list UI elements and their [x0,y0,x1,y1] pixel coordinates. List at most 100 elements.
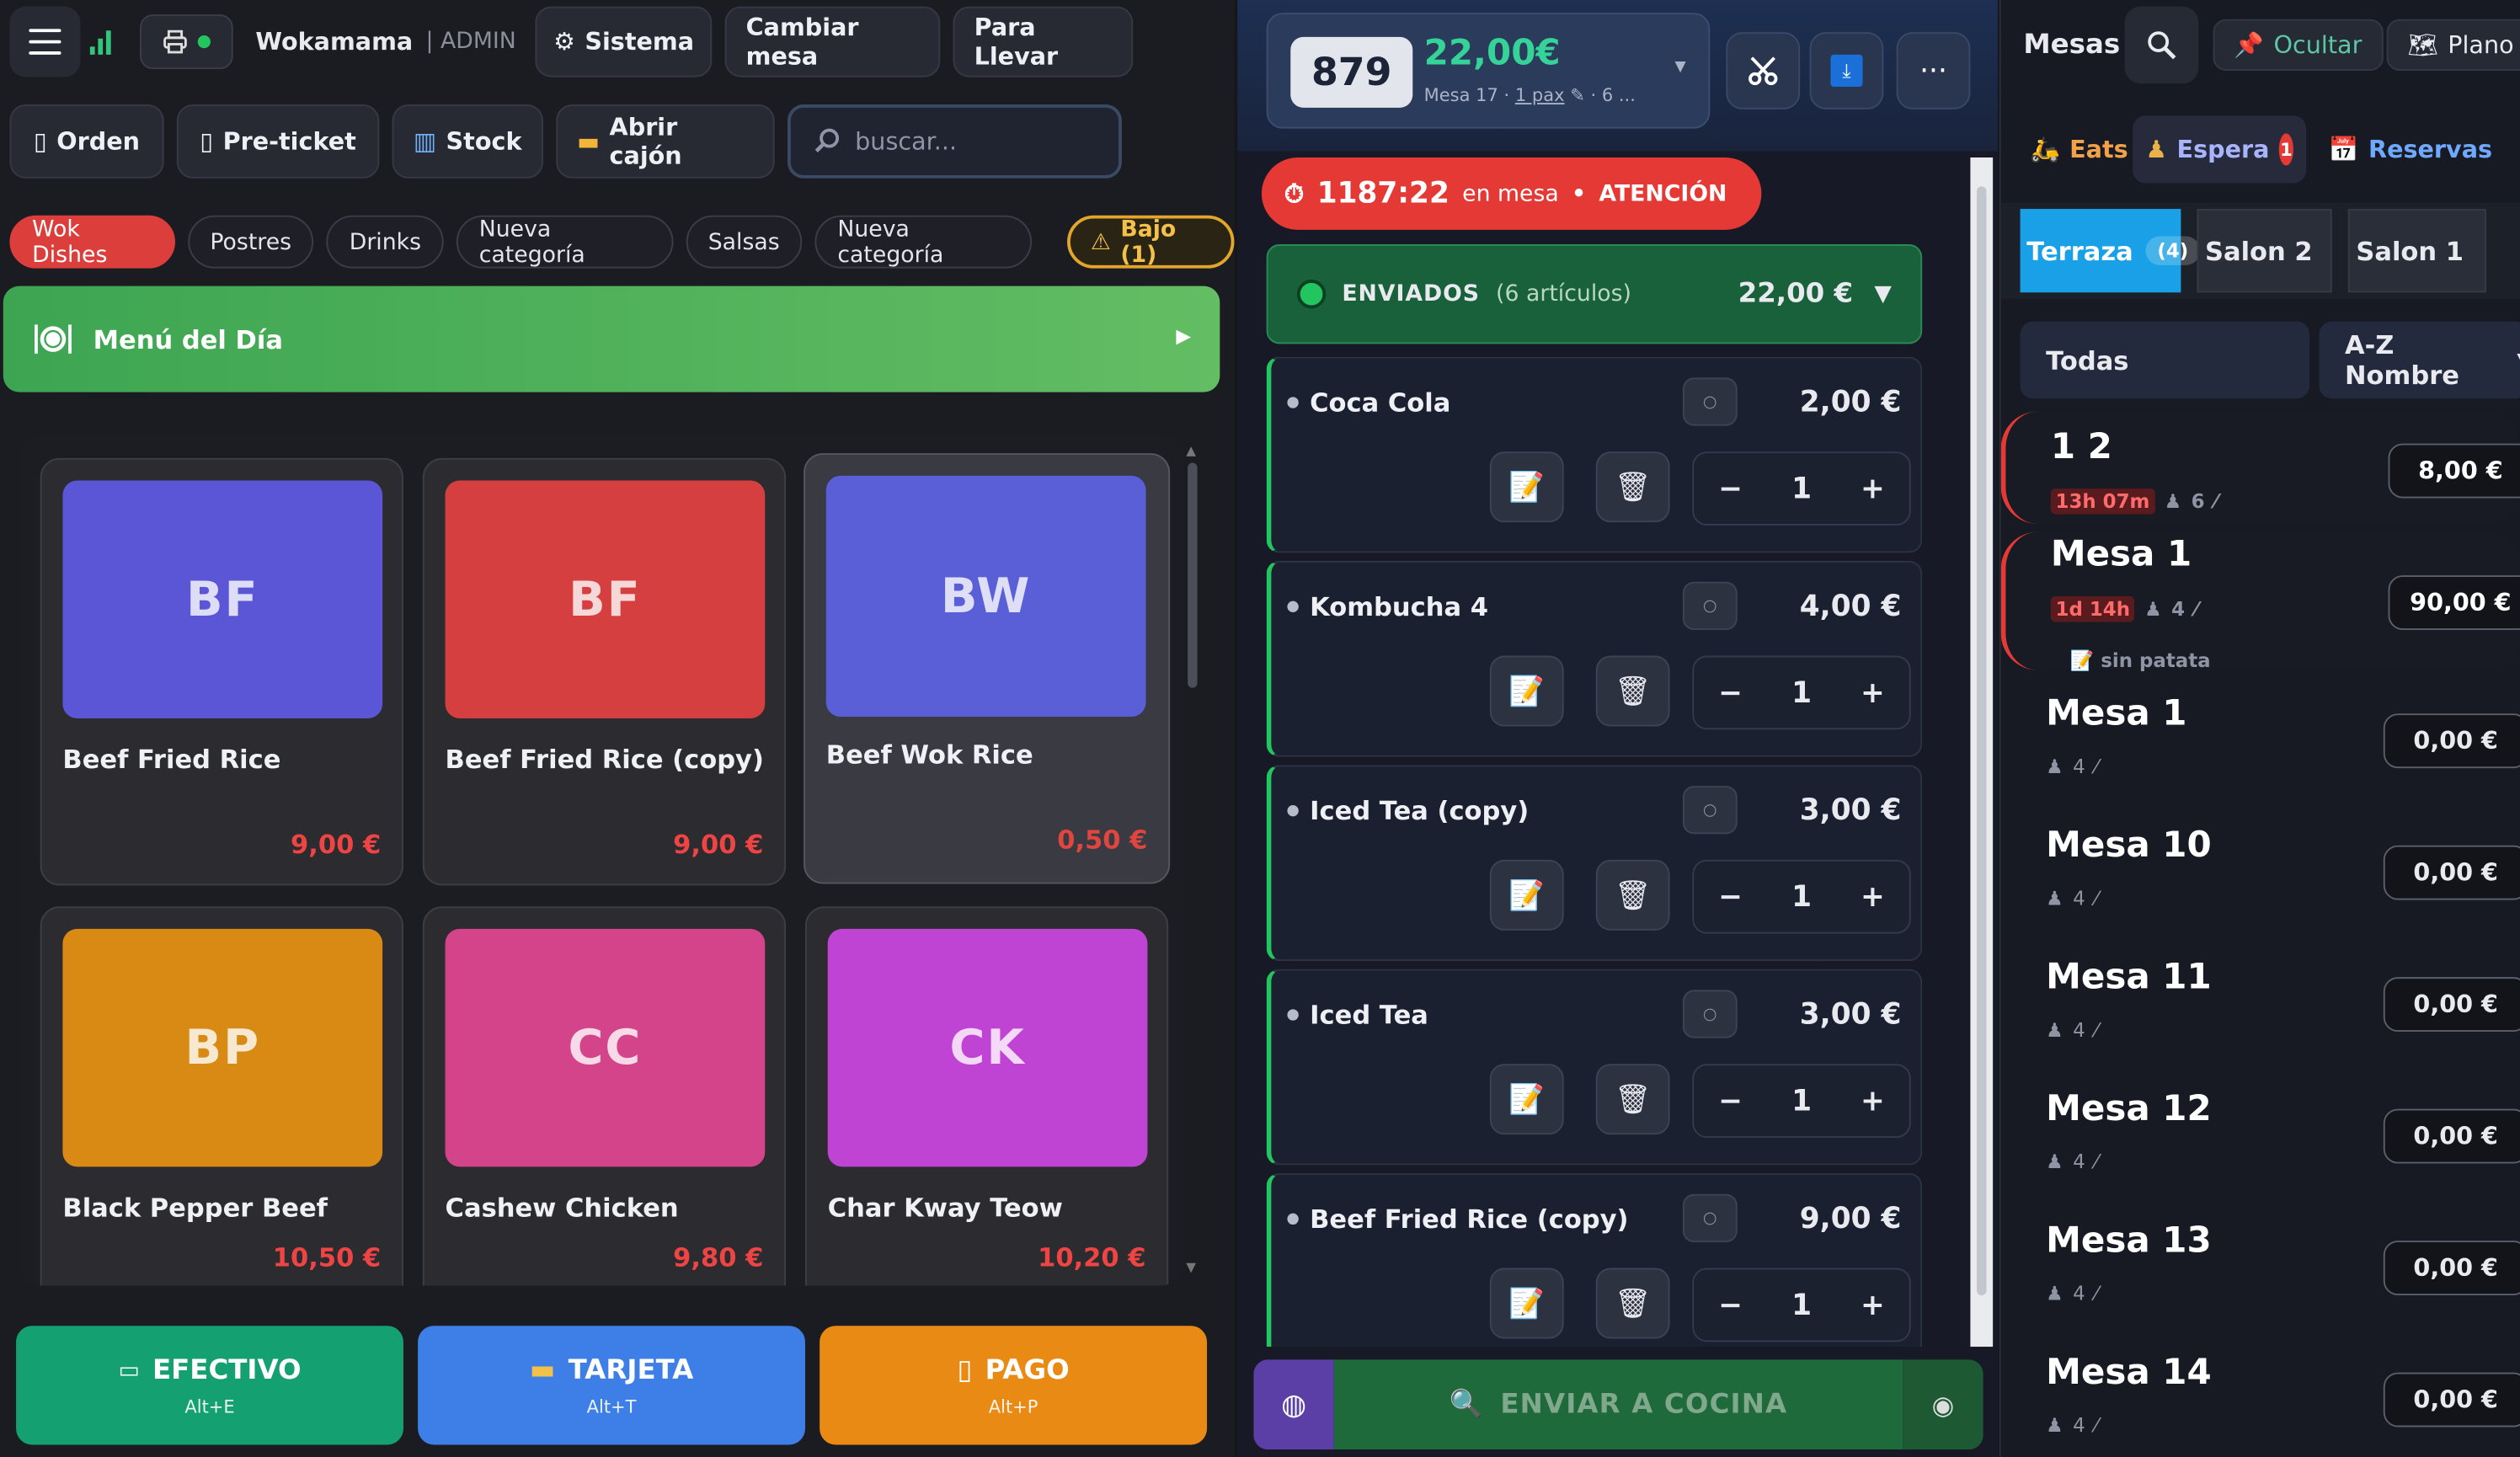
delete-button[interactable]: 🗑 [1595,1268,1670,1339]
product-card[interactable]: BF Beef Fried Rice (copy) 9,00 € [422,457,787,886]
low-stock-filter[interactable]: ⚠ Bajo (1) [1066,215,1235,269]
note-button[interactable]: 📝 [1489,859,1564,931]
move-ticket-button[interactable]: ⤓ [1809,32,1884,109]
table-row[interactable]: Mesa 1 ♟ 4 ⁄ 0,00 € [2001,678,2520,809]
category-tab[interactable]: Postres [187,215,314,269]
product-card[interactable]: CK Char Kway Teow 10,20 € [804,906,1169,1286]
category-tab[interactable]: Nueva categoría [814,215,1032,269]
tab-eats[interactable]: 🛵 Eats [2017,115,2141,183]
increase-button[interactable]: + [1861,1084,1885,1118]
zone-tab-salon-1[interactable]: Salon 1 [2347,209,2486,293]
search-input[interactable]: buscar... [787,104,1122,179]
zone-tab-terraza[interactable]: Terraza (4) [2020,209,2200,293]
product-scrollbar[interactable]: ▲ ▼ [1183,444,1202,1279]
product-card[interactable]: BP Black Pepper Beef 10,50 € [40,906,403,1286]
category-tab[interactable]: Salsas [685,215,803,269]
increase-button[interactable]: + [1861,1288,1885,1321]
product-card[interactable]: CC Cashew Chicken 9,80 € [422,906,787,1286]
table-row[interactable]: Mesa 13 ♟ 4 ⁄ 0,00 € [2001,1205,2520,1337]
delete-button[interactable]: 🗑 [1595,451,1670,523]
increase-button[interactable]: + [1861,675,1885,709]
table-row[interactable]: 1 2 13h 07m ♟ 6 ⁄ 8,00 € [2000,411,2520,525]
menu-del-dia-banner[interactable]: Menú del Día ▶ [3,286,1220,392]
ticket-selector[interactable]: 879 22,00€ Mesa 17 · 1 pax ✎ · 6 ... ▼ [1266,13,1711,129]
decrease-button[interactable]: − [1718,880,1743,914]
increase-button[interactable]: + [1861,880,1885,914]
decrease-button[interactable]: − [1718,675,1743,709]
delete-button[interactable]: 🗑 [1595,1064,1670,1135]
note-button[interactable]: 📝 [1489,1064,1564,1135]
sistema-button[interactable]: ⚙ Sistema [535,6,713,77]
ticket-pax[interactable]: 1 pax [1515,85,1565,106]
trash-icon: 🗑 [1614,470,1652,504]
calendar-icon: 📅 [2328,135,2359,164]
delete-button[interactable]: 🗑 [1595,655,1670,727]
plano-button[interactable]: 🗺 Plano [2386,19,2520,71]
ocultar-button[interactable]: 📌 Ocultar [2213,19,2384,71]
tab-espera[interactable]: ♟ Espera 1 [2133,115,2307,184]
item-toggle[interactable]: ○ [1682,377,1738,426]
zone-tab-salon-2[interactable]: Salon 2 [2197,209,2332,293]
alert-time: 1187:22 [1316,176,1450,211]
table-name: Mesa 1 [2050,535,2192,576]
decrease-button[interactable]: − [1718,1084,1743,1118]
quantity-value: 1 [1791,879,1812,914]
item-toggle[interactable]: ○ [1682,581,1738,630]
decrease-button[interactable]: − [1718,1288,1743,1321]
table-name: Mesa 12 [2046,1089,2212,1130]
para-llevar-button[interactable]: Para Llevar [953,6,1134,77]
category-tab[interactable]: Wok Dishes [9,215,175,269]
sent-count: (6 artículos) [1496,280,1631,307]
ticket-details: Mesa 17 · 1 pax ✎ · 6 ... [1423,85,1636,106]
item-toggle[interactable]: ○ [1682,1193,1738,1243]
printer-status-button[interactable] [140,14,233,70]
pago-button[interactable]: ▯ PAGO Alt+P [820,1326,1208,1445]
table-amount: 0,00 € [2383,1372,2520,1428]
table-row[interactable]: Mesa 12 ♟ 4 ⁄ 0,00 € [2001,1074,2520,1205]
stock-button[interactable]: ▥ Stock [392,104,543,179]
note-icon: 📝 [1508,1082,1546,1117]
sort-select[interactable]: A-Z Nombre ▼ [2319,321,2520,399]
table-row[interactable]: Mesa 1 1d 14h ♟ 4 ⁄ 📝 sin patata 90,00 € [2000,531,2520,672]
order-scrollbar[interactable] [1970,157,1994,1348]
note-button[interactable]: 📝 [1489,1268,1564,1339]
preticket-button[interactable]: ▯ Pre-ticket [176,104,380,179]
table-row[interactable]: Mesa 11 ♟ 4 ⁄ 0,00 € [2001,942,2520,1073]
tarjeta-shortcut: Alt+T [586,1396,637,1417]
tarjeta-button[interactable]: ▬ TARJETA Alt+T [418,1326,805,1445]
trash-icon: 🗑 [1614,1082,1652,1117]
efectivo-button[interactable]: ▭ EFECTIVO Alt+E [16,1326,403,1445]
sent-group-header[interactable]: ENVIADOS (6 artículos) 22,00 € ▼ [1266,244,1923,344]
decrease-button[interactable]: − [1718,472,1743,505]
cambiar-mesa-button[interactable]: Cambiar mesa [724,6,941,77]
split-ticket-button[interactable] [1726,32,1801,109]
increase-button[interactable]: + [1861,472,1885,505]
menu-button[interactable] [9,6,81,77]
item-toggle[interactable]: ○ [1682,786,1738,835]
table-search-button[interactable] [2124,6,2199,84]
send-kitchen-button[interactable]: 🔍 ENVIAR A COCINA [1333,1359,1903,1450]
product-swatch: BP [62,928,383,1167]
note-button[interactable]: 📝 [1489,655,1564,727]
delete-button[interactable]: 🗑 [1595,859,1670,931]
note-icon: 📝 [1508,878,1546,912]
person-icon: ♟ [2164,489,2182,513]
product-card[interactable]: BF Beef Fried Rice 9,00 € [40,457,403,886]
menu-del-dia-button[interactable]: ◍ [1253,1359,1334,1450]
note-button[interactable]: 📝 [1489,451,1564,523]
tab-reservas[interactable]: 📅 Reservas [2316,115,2506,183]
more-options-button[interactable]: ··· [1896,32,1971,109]
table-meta: 1d 14h ♟ 4 ⁄ [2050,595,2197,622]
category-tab[interactable]: Nueva categoría [456,215,673,269]
orden-button[interactable]: ▯ Orden [9,104,164,179]
search-icon [2148,31,2176,60]
table-row[interactable]: Mesa 10 ♟ 4 ⁄ 0,00 € [2001,810,2520,942]
table-row[interactable]: Mesa 14 ♟ 4 ⁄ 0,00 € [2001,1337,2520,1457]
zone-count: (4) [2146,236,2200,265]
preview-button[interactable]: ◉ [1903,1359,1983,1450]
category-tab[interactable]: Drinks [327,215,444,269]
abrir-cajon-button[interactable]: ▬ Abrir cajón [556,104,775,179]
item-toggle[interactable]: ○ [1682,990,1738,1038]
status-filter-select[interactable]: Todas [2020,321,2310,399]
product-card[interactable]: BW Beef Wok Rice 0,50 € [804,453,1171,884]
